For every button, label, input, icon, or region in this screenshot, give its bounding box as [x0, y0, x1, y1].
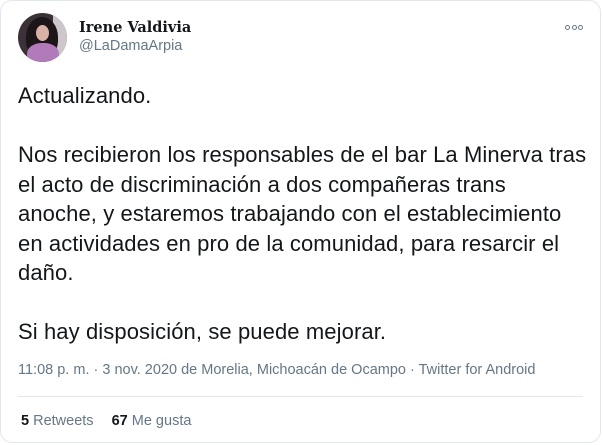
tweet-time-link[interactable]: 11:08 p. m. · 3 nov. 2020 — [18, 362, 177, 378]
tweet-text: Actualizando. Nos recibieron los respons… — [18, 81, 588, 347]
tweet-header: Irene Valdivia @LaDamaArpia — [18, 12, 191, 62]
author-names: Irene Valdivia @LaDamaArpia — [79, 19, 191, 56]
meta-separator: · — [405, 362, 419, 378]
likes-count: 67 — [111, 413, 128, 429]
likes-label: Me gusta — [131, 413, 192, 429]
tweet-time: 11:08 p. m. — [18, 362, 90, 378]
tweet-source-link[interactable]: Twitter for Android — [419, 362, 536, 378]
tweet-stats: 5 Retweets 67 Me gusta — [21, 413, 205, 429]
tweet-date: 3 nov. 2020 — [102, 362, 178, 378]
more-dot — [565, 24, 570, 30]
author-display-name[interactable]: Irene Valdivia — [79, 19, 191, 37]
retweets-stat[interactable]: 5 Retweets — [21, 413, 94, 429]
tweet-paragraph: Si hay disposición, se puede mejorar. — [18, 319, 387, 344]
tweet-paragraph: Actualizando. — [18, 83, 152, 108]
tweet-meta: 11:08 p. m. · 3 nov. 2020 de Morelia, Mi… — [18, 362, 535, 378]
tweet-paragraph: Nos recibieron los responsables de el ba… — [18, 142, 587, 285]
avatar-shirt — [27, 42, 59, 62]
avatar[interactable] — [18, 12, 67, 62]
divider — [18, 396, 583, 397]
more-options-icon[interactable] — [565, 22, 583, 32]
meta-separator: · — [89, 362, 103, 378]
retweets-label: Retweets — [33, 413, 94, 429]
tweet-card: Irene Valdivia @LaDamaArpia Actualizando… — [0, 0, 601, 443]
likes-stat[interactable]: 67 Me gusta — [112, 413, 192, 429]
retweets-count: 5 — [21, 413, 30, 429]
more-dot — [578, 24, 583, 30]
meta-from-label: de — [177, 362, 202, 378]
author-handle[interactable]: @LaDamaArpia — [79, 37, 191, 56]
more-dot — [571, 24, 577, 30]
avatar-face — [36, 24, 49, 41]
tweet-location-link[interactable]: Morelia, Michoacán de Ocampo — [201, 362, 406, 378]
